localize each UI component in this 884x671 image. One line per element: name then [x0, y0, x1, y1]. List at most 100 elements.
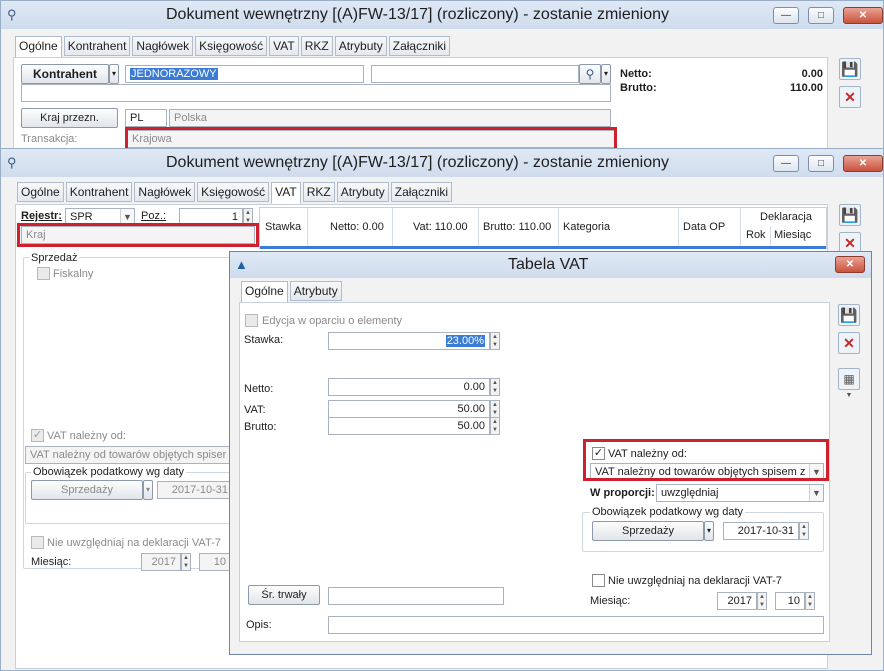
opis-field[interactable] [328, 616, 824, 634]
sales-date-button: Sprzedaży [31, 480, 143, 500]
contractor-field[interactable]: JEDNORAZOWY [125, 65, 364, 83]
tab-naglowek[interactable]: Nagłówek [132, 36, 194, 56]
dialog-title: Tabela VAT [508, 256, 589, 273]
tab-atrybuty[interactable]: Atrybuty [289, 281, 342, 301]
contractor-search-dropdown[interactable]: ▾ [601, 64, 611, 84]
date-field[interactable]: 2017-10-31 [723, 522, 799, 540]
vat-table-dialog: ▲ Tabela VAT ✕ Ogólne Atrybuty Edycja w o… [229, 251, 872, 655]
vat-due-select: VAT należny od towarów objętych spiser [25, 446, 233, 464]
col-rok[interactable]: Rok [746, 228, 766, 242]
minimize-button[interactable]: — [773, 155, 799, 172]
cancel-button[interactable]: ✕ [839, 86, 861, 108]
col-miesiac[interactable]: Miesiąc [774, 228, 811, 242]
tab-rkz[interactable]: RKZ [300, 36, 333, 56]
stawka-stepper[interactable]: ▲ ▼ [490, 332, 500, 350]
ignore-vat7-label: Nie uwzględniaj na deklaracji VAT-7 [608, 575, 782, 587]
netto-field[interactable]: 0.00 [328, 378, 490, 396]
ignore-vat7-checkbox[interactable] [592, 574, 605, 587]
contractor-search-button[interactable]: ⚲ [579, 64, 601, 84]
year-stepper[interactable]: ▲ ▼ [757, 592, 767, 610]
col-data-op[interactable]: Data OP [683, 220, 725, 234]
col-brutto[interactable]: Brutto: 110.00 [483, 220, 551, 234]
tab-atrybuty[interactable]: Atrybuty [334, 36, 387, 56]
tab-vat[interactable]: VAT [269, 36, 299, 56]
sales-date-dropdown: ▾ [143, 480, 153, 500]
year-field[interactable]: 2017 [717, 592, 757, 610]
dialog-title-bar: ▲ Tabela VAT ✕ [230, 252, 871, 278]
tax-obligation-label: Obowiązek podatkowy wg daty [31, 465, 187, 479]
brutto-field[interactable]: 50.00 [328, 417, 490, 435]
edit-elements-label: Edycja w oparciu o elementy [262, 315, 403, 327]
register-label: Rejestr: [21, 210, 62, 222]
dialog-close-button[interactable]: ✕ [835, 256, 865, 273]
netto-value: 0.00 [801, 68, 823, 80]
window-title: Dokument wewnętrzny [(A)FW-13/17] (rozli… [166, 154, 669, 171]
fixed-asset-field[interactable] [328, 587, 504, 605]
month-field[interactable]: 10 [775, 592, 805, 610]
save-button[interactable]: 💾 [839, 58, 861, 80]
minimize-button[interactable]: — [773, 7, 799, 24]
tab-kontrahent[interactable]: Kontrahent [65, 182, 133, 202]
maximize-button[interactable]: □ [808, 155, 834, 172]
country-code-field[interactable]: PL [125, 109, 167, 127]
region-highlight [17, 223, 259, 247]
sales-date-button[interactable]: Sprzedaży [592, 521, 704, 541]
date-field: 2017-10-31 [157, 481, 233, 499]
brutto-stepper[interactable]: ▲ ▼ [490, 417, 500, 435]
contractor-name-field[interactable] [371, 65, 579, 83]
contractor-dropdown[interactable]: ▾ [109, 64, 119, 84]
tab-atrybuty[interactable]: Atrybuty [336, 182, 389, 202]
address-field[interactable] [21, 84, 611, 102]
tab-kontrahent[interactable]: Kontrahent [63, 36, 131, 56]
sales-date-dropdown[interactable]: ▾ [704, 521, 714, 541]
vat-due-highlight [583, 439, 829, 481]
save-button[interactable]: 💾 [839, 204, 861, 226]
tab-ogolne[interactable]: Ogólne [241, 281, 288, 303]
tab-ogolne[interactable]: Ogólne [17, 182, 64, 202]
tab-ksiegowosc[interactable]: Księgowość [195, 36, 268, 56]
vat-field[interactable]: 50.00 [328, 400, 490, 418]
vat-stepper[interactable]: ▲ ▼ [490, 400, 500, 418]
ignore-vat7-checkbox [31, 536, 44, 549]
col-kategoria[interactable]: Kategoria [563, 220, 610, 234]
col-netto[interactable]: Netto: 0.00 [330, 220, 384, 234]
more-options-chevron-icon[interactable]: ▼ [844, 392, 854, 400]
tab-rkz[interactable]: RKZ [302, 182, 335, 202]
month-stepper[interactable]: ▲ ▼ [805, 592, 815, 610]
country-button[interactable]: Kraj przezn. [21, 108, 118, 128]
tab-ksiegowosc[interactable]: Księgowość [197, 182, 270, 202]
col-vat[interactable]: Vat: 110.00 [413, 220, 468, 234]
app-search-icon: ⚲ [7, 7, 17, 22]
date-stepper[interactable]: ▲ ▼ [799, 522, 809, 540]
brutto-label: Brutto: [244, 421, 277, 433]
contractor-button[interactable]: Kontrahent [21, 64, 109, 84]
save-button[interactable]: 💾 [838, 304, 860, 326]
tab-vat[interactable]: VAT [271, 182, 301, 204]
tab-ogolne[interactable]: Ogólne [15, 36, 62, 58]
close-button[interactable]: ✕ [843, 155, 883, 172]
selected-row[interactable] [260, 246, 826, 249]
proportion-select[interactable]: uwzględniaj ▼ [656, 484, 824, 502]
close-button[interactable]: ✕ [843, 7, 883, 24]
tab-zalaczniki[interactable]: Załączniki [388, 36, 451, 56]
vat-due-label: VAT należny od: [47, 430, 126, 442]
cancel-button[interactable]: ✕ [838, 332, 860, 354]
col-stawka[interactable]: Stawka [265, 220, 301, 234]
ignore-vat7-label: Nie uwzględniaj na deklaracji VAT-7 [47, 537, 221, 549]
opis-label: Opis: [246, 619, 272, 631]
country-name-field: Polska [169, 109, 611, 127]
maximize-button[interactable]: □ [808, 7, 834, 24]
brutto-value: 110.00 [789, 82, 823, 94]
netto-stepper[interactable]: ▲ ▼ [490, 378, 500, 396]
transaction-label: Transakcja: [21, 133, 78, 145]
calculator-icon[interactable]: ▦ [838, 368, 860, 390]
position-label: Poz.: [141, 210, 167, 222]
fixed-asset-button[interactable]: Śr. trwały [248, 585, 320, 605]
tab-naglowek[interactable]: Nagłówek [134, 182, 196, 202]
document-window-back: ⚲ Dokument wewnętrzny [(A)FW-13/17] (roz… [0, 0, 884, 151]
netto-label: Netto: [244, 383, 274, 395]
year-stepper: ▲ ▼ [181, 553, 191, 571]
tab-zalaczniki[interactable]: Załączniki [390, 182, 453, 202]
tab-bar: Ogólne Kontrahent Nagłówek Księgowość VAT RKZ… [17, 182, 454, 204]
stawka-field[interactable]: 23.00% [328, 332, 490, 350]
